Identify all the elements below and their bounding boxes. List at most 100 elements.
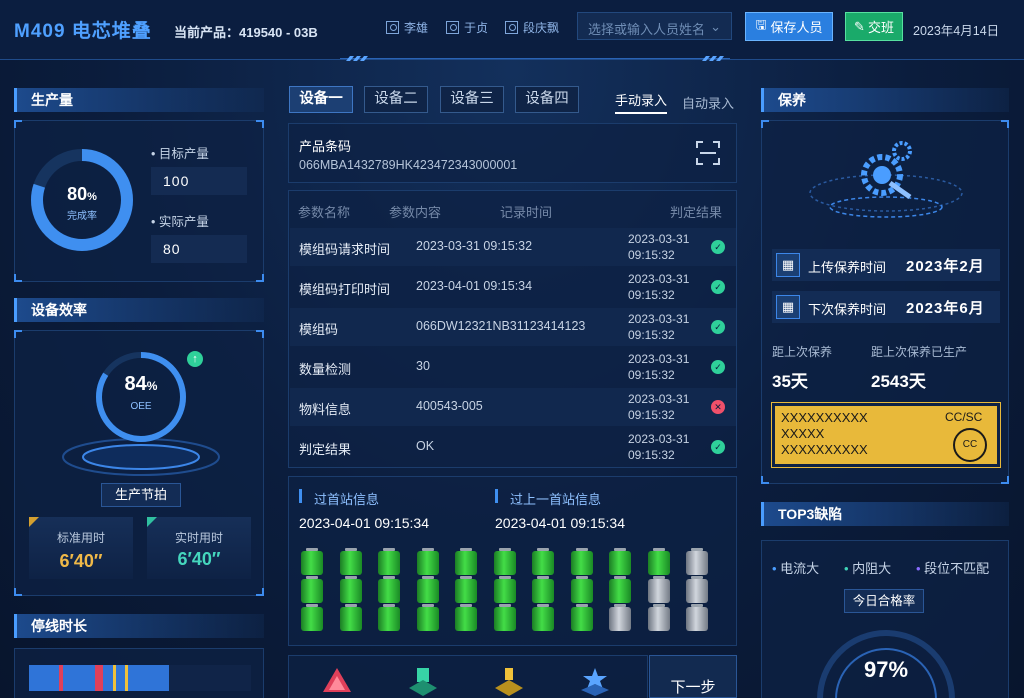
battery-cell	[647, 604, 670, 631]
battery-cell	[416, 576, 439, 603]
next-maintenance-label: 下次保养时间	[808, 302, 887, 317]
save-person-button[interactable]: 🖫 保存人员	[745, 12, 833, 41]
record-time: 2023-03-31 09:15:32	[628, 232, 690, 262]
battery-cell	[570, 576, 593, 603]
param-name: 判定结果	[299, 442, 352, 457]
star-icon[interactable]	[579, 666, 611, 696]
battery-cell	[686, 604, 708, 631]
tab-device-2[interactable]: 设备二	[364, 86, 428, 113]
since-maintenance-value: 35天	[772, 372, 808, 391]
warning-pyramid-icon[interactable]	[321, 666, 353, 696]
completion-rate-label: 完成率	[67, 211, 97, 222]
record-time: 2023-03-31 09:15:32	[628, 392, 690, 422]
app-title: M409 电芯堆叠	[14, 21, 152, 42]
next-maintenance-value: 2023年6月	[906, 300, 985, 317]
actual-output-label: • 实际产量	[151, 215, 209, 229]
auto-entry-tab[interactable]: 自动录入	[682, 93, 734, 112]
prev-station-label: 过上一首站信息	[510, 492, 602, 507]
battery-cell	[339, 604, 362, 631]
person-select[interactable]: 选择或输入人员姓名 ⌄	[577, 12, 732, 40]
person-chip-2[interactable]: 于贞	[446, 18, 488, 36]
param-content: 066DW12321NB31123414123	[416, 319, 586, 333]
tab-device-1[interactable]: 设备一	[289, 86, 353, 113]
completion-rate: 80%	[67, 184, 97, 204]
oee-label: OEE	[130, 401, 152, 412]
next-step-button[interactable]: 下一步	[649, 655, 737, 698]
check-icon: ✓	[711, 280, 725, 294]
param-content: 400543-005	[416, 399, 483, 413]
person-chip-1[interactable]: 李雄	[386, 18, 428, 36]
person-icon	[386, 20, 399, 34]
production-beat-label: 生产节拍	[101, 483, 181, 507]
battery-grid	[299, 547, 729, 639]
standard-time-label: 标准用时	[56, 531, 105, 545]
record-time: 2023-03-31 09:15:32	[628, 352, 690, 382]
card-text: XXXXXXXXXX XXXXX XXXXXXXXXX	[781, 410, 868, 457]
card-corner-mark	[147, 517, 157, 527]
battery-cell	[686, 548, 708, 575]
table-row: 判定结果 OK 2023-03-31 09:15:32 ✓	[290, 428, 736, 466]
battery-cell	[339, 576, 362, 603]
realtime-time-value: 6′40″	[177, 549, 221, 569]
barcode-panel: 产品条码 066MBA1432789HK423472343000001	[288, 123, 737, 183]
downtime-title: 停线时长	[14, 614, 264, 638]
check-icon: ✓	[711, 440, 725, 454]
card-corner-mark	[29, 517, 39, 527]
check-icon: ✓	[711, 320, 725, 334]
battery-cell	[609, 548, 631, 575]
calendar-icon: ▦	[776, 253, 800, 277]
defects-panel: • 电流大 • 内阻大 • 段位不匹配 今日合格率 97%	[761, 540, 1009, 698]
header-date: 2023年4月14日	[913, 24, 1000, 38]
scan-icon[interactable]	[696, 141, 720, 165]
record-time: 2023-03-31 09:15:32	[628, 432, 690, 462]
battery-cell	[532, 604, 554, 631]
param-name: 模组码	[299, 322, 339, 337]
chevron-down-icon: ⌄	[710, 19, 721, 34]
col-header-result: 判定结果	[670, 205, 723, 220]
downtime-bar-track	[29, 665, 251, 691]
battery-cell	[647, 576, 670, 603]
table-row: 物料信息 400543-005 2023-03-31 09:15:32 ✕	[290, 388, 736, 426]
col-header-content: 参数内容	[389, 205, 442, 220]
defect-item-3: • 段位不匹配	[916, 561, 990, 576]
efficiency-panel: 84% OEE ↑ 生产节拍 标准用时 6′40″ 实时用时 6′40″	[14, 330, 264, 596]
battery-cell	[532, 576, 554, 603]
person-icon	[505, 20, 518, 34]
pass-rate-value: 97%	[863, 657, 909, 682]
tab-device-4[interactable]: 设备四	[515, 86, 579, 113]
shift-handover-button[interactable]: ✎ 交班	[845, 12, 903, 41]
table-row: 模组码请求时间 2023-03-31 09:15:32 2023-03-31 09:1…	[290, 228, 736, 266]
battery-cell	[493, 548, 516, 575]
defect-item-2: • 内阻大	[844, 561, 892, 576]
realtime-time-label: 实时用时	[174, 531, 223, 545]
param-name: 数量检测	[299, 362, 352, 377]
header-deco-line	[340, 56, 730, 61]
standard-time-value: 6′40″	[59, 551, 103, 571]
section-marker	[495, 489, 498, 503]
target-output-label: • 目标产量	[151, 147, 209, 161]
prev-station-time: 2023-04-01 09:15:34	[495, 515, 625, 531]
battery-cell	[339, 548, 362, 575]
lamp-icon[interactable]	[493, 666, 525, 696]
battery-cell	[301, 604, 323, 631]
production-title: 生产量	[14, 88, 264, 112]
pin-icon: ✎	[854, 18, 865, 34]
error-icon: ✕	[711, 400, 725, 414]
table-row: 模组码打印时间 2023-04-01 09:15:34 2023-03-31 09:1…	[290, 268, 736, 306]
battery-cell	[455, 576, 477, 603]
produced-since-value: 2543天	[871, 372, 926, 391]
calendar-icon: ▦	[776, 295, 800, 319]
tab-device-3[interactable]: 设备三	[440, 86, 504, 113]
battery-cell	[647, 548, 670, 575]
station-icon[interactable]	[407, 666, 439, 696]
defect-item-1: • 电流大	[772, 561, 820, 576]
battery-cell	[570, 548, 593, 575]
manual-entry-tab[interactable]: 手动录入	[615, 90, 668, 114]
next-maintenance-row: ▦ 下次保养时间 2023年6月	[772, 291, 1000, 323]
standard-time-card: 标准用时 6′40″	[29, 517, 133, 579]
target-output-value: 100	[151, 167, 247, 195]
person-chip-3[interactable]: 段庆飘	[505, 18, 559, 36]
col-header-time: 记录时间	[500, 205, 553, 220]
upload-maintenance-value: 2023年2月	[906, 258, 985, 275]
battery-cell	[686, 576, 708, 603]
